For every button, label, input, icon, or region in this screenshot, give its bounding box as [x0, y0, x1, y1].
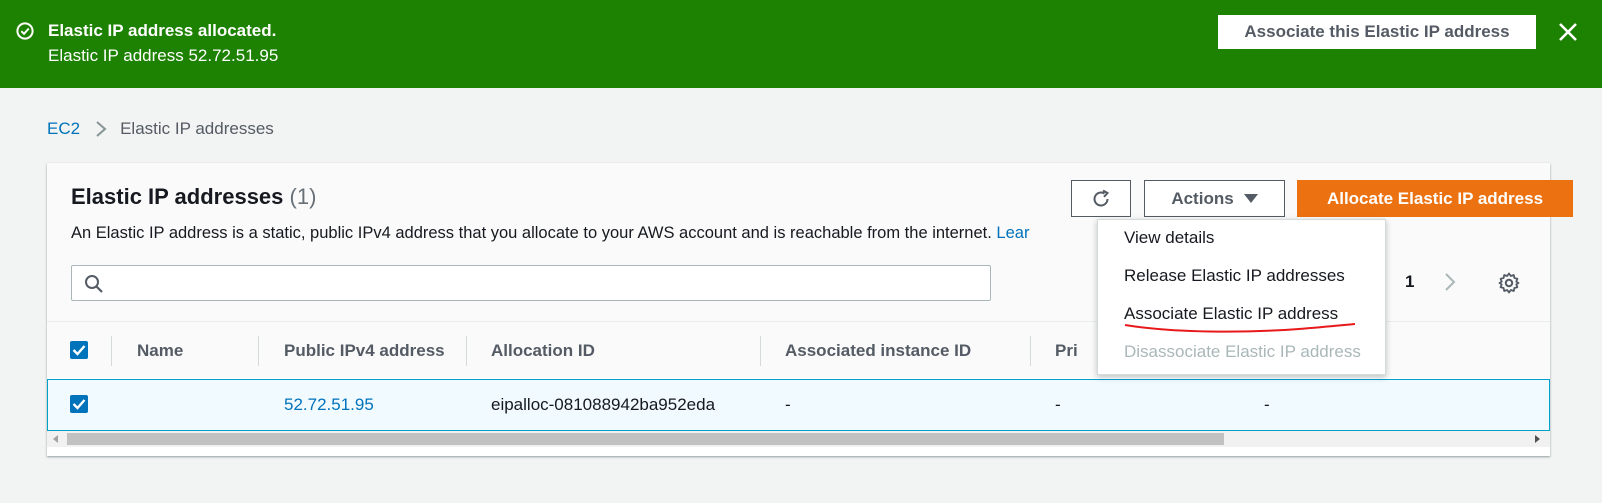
page-title-text: Elastic IP addresses — [71, 184, 284, 209]
horizontal-scrollbar[interactable] — [47, 431, 1550, 447]
column-header-name[interactable]: Name — [137, 341, 183, 361]
search-icon — [85, 275, 103, 293]
menu-item-associate-eip[interactable]: Associate Elastic IP address — [1124, 304, 1338, 324]
breadcrumb: EC2 Elastic IP addresses — [47, 119, 274, 139]
column-header-public-ipv4[interactable]: Public IPv4 address — [284, 341, 445, 361]
caret-down-icon — [1243, 193, 1258, 203]
next-page-icon[interactable] — [1443, 271, 1457, 293]
actions-dropdown-button[interactable]: Actions — [1144, 180, 1285, 217]
column-divider — [258, 336, 259, 366]
search-input[interactable] — [116, 270, 980, 298]
scroll-right-icon[interactable] — [1535, 435, 1540, 443]
gear-icon[interactable] — [1497, 271, 1521, 295]
cell-public-ip-link[interactable]: 52.72.51.95 — [284, 395, 374, 415]
checkmark-icon — [72, 399, 86, 410]
refresh-button[interactable] — [1071, 180, 1131, 217]
checkmark-icon — [72, 345, 86, 356]
success-flash-banner: Elastic IP address allocated. Elastic IP… — [0, 0, 1602, 88]
red-underline-annotation — [1124, 323, 1356, 333]
cell-associated-instance-id: - — [785, 395, 791, 414]
column-header-associated-instance-id[interactable]: Associated instance ID — [785, 341, 971, 361]
breadcrumb-current: Elastic IP addresses — [120, 119, 274, 138]
description-text: An Elastic IP address is a static, publi… — [71, 224, 992, 242]
cell-extra: - — [1264, 395, 1270, 414]
learn-more-link[interactable]: Lear — [996, 224, 1029, 242]
column-divider — [111, 336, 112, 366]
chevron-right-icon — [96, 121, 107, 137]
menu-item-disassociate-eip: Disassociate Elastic IP address — [1124, 342, 1361, 361]
scroll-left-icon[interactable] — [53, 435, 58, 443]
close-icon[interactable] — [1556, 20, 1580, 44]
flash-message: Elastic IP address 52.72.51.95 — [48, 46, 279, 65]
column-header-private-ip[interactable]: Pri — [1055, 341, 1078, 361]
flash-title: Elastic IP address allocated. — [48, 21, 277, 40]
actions-label: Actions — [1171, 188, 1234, 208]
page-title: Elastic IP addresses (1) — [71, 184, 316, 210]
scrollbar-thumb[interactable] — [67, 433, 1224, 445]
allocate-eip-button[interactable]: Allocate Elastic IP address — [1297, 180, 1573, 217]
search-field[interactable] — [71, 265, 991, 301]
success-check-icon — [16, 22, 34, 40]
item-count: (1) — [289, 184, 317, 209]
row-checkbox[interactable] — [70, 395, 88, 413]
associate-this-eip-button[interactable]: Associate this Elastic IP address — [1218, 15, 1536, 49]
select-all-checkbox[interactable] — [70, 341, 88, 359]
column-divider — [1030, 336, 1031, 366]
breadcrumb-ec2-link[interactable]: EC2 — [47, 119, 80, 139]
table-row[interactable]: 52.72.51.95 eipalloc-081088942ba952eda -… — [47, 379, 1550, 431]
column-divider — [760, 336, 761, 366]
cell-allocation-id: eipalloc-081088942ba952eda — [491, 395, 716, 414]
menu-item-release-eip[interactable]: Release Elastic IP addresses — [1124, 266, 1345, 286]
menu-item-view-details[interactable]: View details — [1124, 228, 1214, 248]
refresh-icon — [1093, 189, 1110, 206]
actions-dropdown-menu: View details Release Elastic IP addresse… — [1097, 219, 1386, 375]
cell-private-ip: - — [1055, 395, 1061, 414]
column-header-allocation-id[interactable]: Allocation ID — [491, 341, 595, 361]
page-number[interactable]: 1 — [1405, 272, 1414, 292]
column-divider — [466, 336, 467, 366]
panel-description: An Elastic IP address is a static, publi… — [71, 224, 1081, 243]
